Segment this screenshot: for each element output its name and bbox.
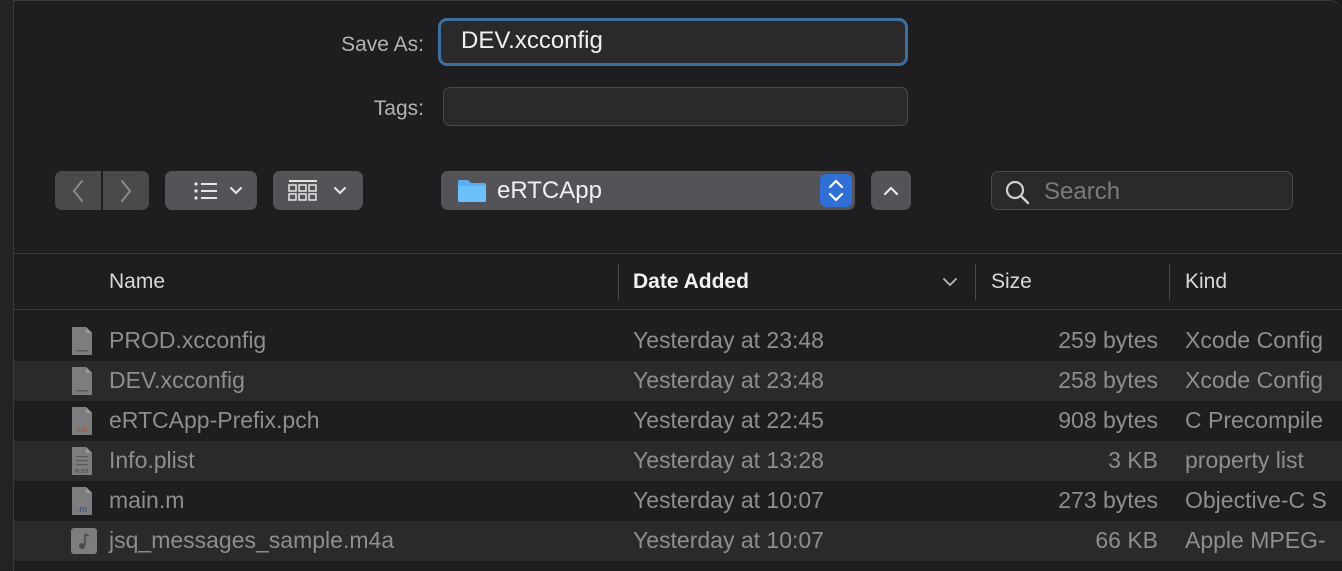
file-row[interactable]: PLIST Info.plist Yesterday at 13:28 3 KB… xyxy=(14,441,1342,481)
tags-label: Tags: xyxy=(373,97,424,120)
location-label: eRTCApp xyxy=(497,177,602,204)
document-icon xyxy=(72,327,92,355)
forward-button[interactable] xyxy=(103,171,149,210)
file-name: PROD.xcconfig xyxy=(109,327,267,353)
list-view-button[interactable] xyxy=(165,171,257,210)
chevron-right-icon xyxy=(121,179,132,202)
column-header-size[interactable]: Size xyxy=(991,270,1032,294)
group-view-button[interactable] xyxy=(273,171,363,210)
background-window-edge xyxy=(0,0,13,570)
file-size: 273 bytes xyxy=(1058,487,1158,513)
column-separator[interactable] xyxy=(618,264,619,300)
file-date: Yesterday at 10:07 xyxy=(633,487,824,513)
file-kind: Apple MPEG- xyxy=(1185,527,1326,553)
file-name: DEV.xcconfig xyxy=(109,367,245,393)
search-field[interactable]: Search xyxy=(991,171,1293,210)
plist-icon-label: PLIST xyxy=(75,469,89,475)
grid-view-icon xyxy=(288,179,346,201)
file-date: Yesterday at 10:07 xyxy=(633,527,824,553)
document-icon xyxy=(72,367,92,395)
file-size: 259 bytes xyxy=(1058,327,1158,353)
location-stepper[interactable] xyxy=(820,174,852,207)
file-row[interactable]: pch eRTCApp-Prefix.pch Yesterday at 22:4… xyxy=(14,401,1342,441)
expand-collapse-button[interactable] xyxy=(871,171,911,210)
objc-icon-label: .m xyxy=(77,504,87,514)
file-row[interactable]: DEV.xcconfig Yesterday at 23:48 258 byte… xyxy=(14,361,1342,401)
pch-icon-label: pch xyxy=(76,427,87,434)
search-input[interactable]: Search xyxy=(1044,178,1120,206)
chevron-left-icon xyxy=(72,179,83,202)
column-separator[interactable] xyxy=(1169,264,1170,300)
column-separator[interactable] xyxy=(975,264,976,300)
file-size: 258 bytes xyxy=(1058,367,1158,393)
search-icon xyxy=(1005,180,1030,205)
file-kind: C Precompile xyxy=(1185,407,1324,433)
up-down-chevron-icon xyxy=(828,179,844,202)
sort-descending-icon[interactable] xyxy=(942,276,958,288)
file-size: 66 KB xyxy=(1095,527,1158,553)
file-row[interactable]: .m main.m Yesterday at 10:07 273 bytes O… xyxy=(14,481,1342,521)
save-as-label: Save As: xyxy=(341,33,424,56)
column-header-date-added[interactable]: Date Added xyxy=(633,270,749,294)
audio-file-icon xyxy=(71,528,97,554)
plist-file-icon: PLIST xyxy=(72,447,92,475)
location-popup[interactable]: eRTCApp xyxy=(441,171,855,210)
chevron-up-icon xyxy=(883,185,899,195)
save-dialog: Save As: DEV.xcconfig Tags: eRTCApp Sear… xyxy=(13,0,1342,571)
folder-icon xyxy=(458,180,486,202)
file-name: jsq_messages_sample.m4a xyxy=(109,527,395,553)
list-view-icon xyxy=(194,181,242,200)
tags-field[interactable] xyxy=(443,87,908,126)
save-as-field[interactable]: DEV.xcconfig xyxy=(438,18,908,66)
file-row[interactable]: jsq_messages_sample.m4a Yesterday at 10:… xyxy=(14,521,1342,561)
file-date: Yesterday at 13:28 xyxy=(633,447,824,473)
file-name: main.m xyxy=(109,487,185,513)
file-row[interactable]: PROD.xcconfig Yesterday at 23:48 259 byt… xyxy=(14,321,1342,361)
divider xyxy=(14,309,1342,310)
file-date: Yesterday at 23:48 xyxy=(633,367,824,393)
column-header-row: Name Date Added Size Kind xyxy=(14,254,1342,309)
column-header-kind[interactable]: Kind xyxy=(1185,270,1227,294)
file-size: 3 KB xyxy=(1108,447,1158,473)
column-header-name[interactable]: Name xyxy=(109,270,165,294)
file-list: PROD.xcconfig Yesterday at 23:48 259 byt… xyxy=(14,321,1342,561)
file-kind: Xcode Config xyxy=(1185,367,1324,393)
file-kind: Objective-C S xyxy=(1185,487,1327,513)
file-date: Yesterday at 23:48 xyxy=(633,327,824,353)
file-name: Info.plist xyxy=(109,447,195,473)
file-date: Yesterday at 22:45 xyxy=(633,407,824,433)
file-kind: Xcode Config xyxy=(1185,327,1324,353)
objc-file-icon: .m xyxy=(72,487,92,515)
back-button[interactable] xyxy=(55,171,101,210)
file-kind: property list xyxy=(1185,447,1304,473)
pch-file-icon: pch xyxy=(72,407,92,435)
file-name: eRTCApp-Prefix.pch xyxy=(109,407,320,433)
file-size: 908 bytes xyxy=(1058,407,1158,433)
